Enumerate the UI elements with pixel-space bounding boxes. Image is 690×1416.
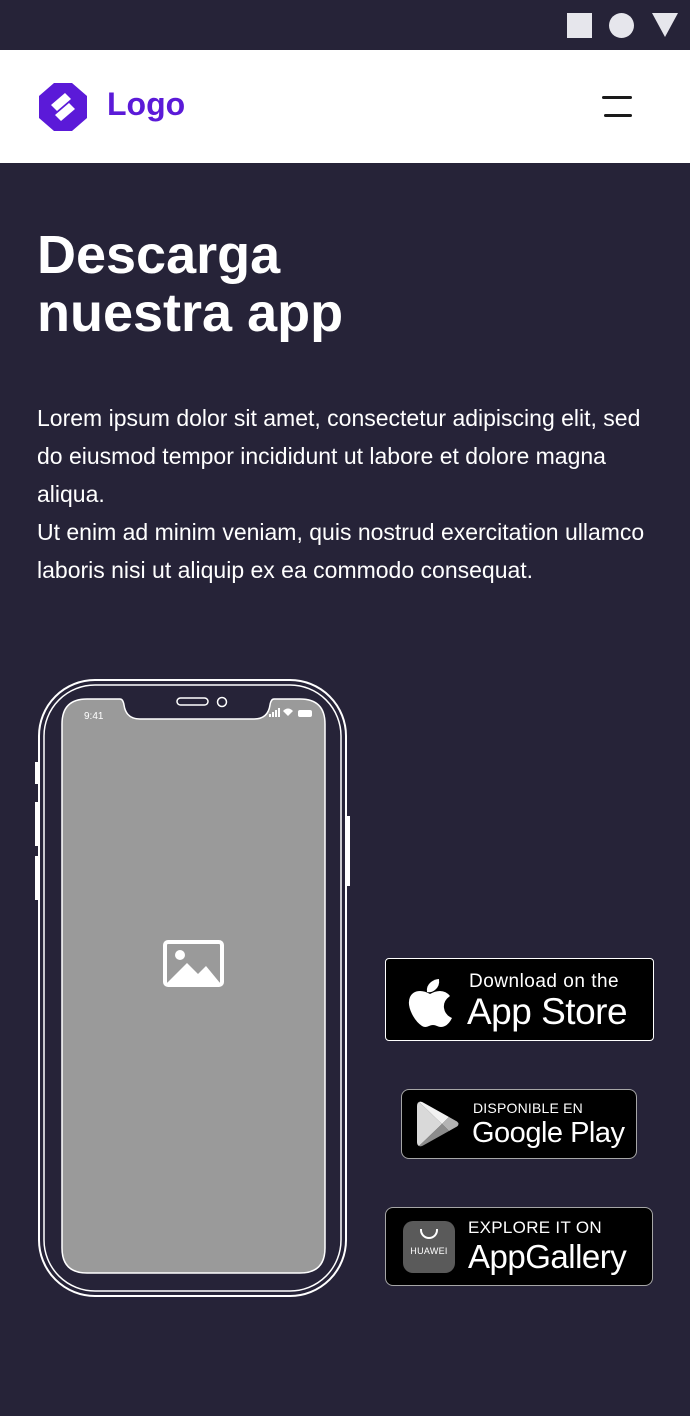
logo-text[interactable]: Logo (107, 84, 185, 124)
status-bar (0, 0, 690, 50)
app-store-badge[interactable]: Download on the App Store (385, 958, 654, 1041)
appgallery-title: AppGallery (468, 1238, 627, 1275)
hamburger-menu-button[interactable] (598, 94, 634, 122)
bag-handle-icon (420, 1229, 438, 1239)
description-paragraph: Lorem ipsum dolor sit amet, consectetur … (37, 405, 641, 507)
title-line: Descarga (37, 225, 281, 285)
google-play-icon (417, 1101, 459, 1147)
triangle-icon (652, 13, 678, 37)
phone-mockup: 9:41 (35, 679, 350, 1297)
header: Logo (0, 50, 690, 163)
appgallery-badge[interactable]: HUAWEI EXPLORE IT ON AppGallery (385, 1207, 653, 1286)
menu-line (604, 114, 632, 117)
square-icon (567, 13, 592, 38)
menu-line (602, 96, 632, 99)
phone-time: 9:41 (84, 711, 104, 722)
title-line: nuestra app (37, 283, 344, 343)
circle-icon (609, 13, 634, 38)
google-play-caption: DISPONIBLE EN (473, 1100, 583, 1116)
appgallery-caption: EXPLORE IT ON (468, 1218, 602, 1237)
description-paragraph: Ut enim ad minim veniam, quis nostrud ex… (37, 519, 645, 583)
logo-icon[interactable] (37, 81, 89, 133)
apple-icon (408, 979, 452, 1027)
google-play-badge[interactable]: DISPONIBLE EN Google Play (401, 1089, 637, 1159)
phone-speaker (176, 697, 209, 706)
app-store-title: App Store (467, 991, 628, 1032)
huawei-appgallery-icon: HUAWEI (403, 1221, 455, 1273)
google-play-title: Google Play (472, 1117, 625, 1149)
hero-description: Lorem ipsum dolor sit amet, consectetur … (37, 399, 647, 589)
phone-camera (216, 696, 228, 708)
page-title: Descarga nuestra app (37, 226, 637, 342)
app-store-caption: Download on the (469, 971, 620, 992)
battery-icon (298, 710, 312, 717)
huawei-icon-label: HUAWEI (410, 1246, 448, 1256)
